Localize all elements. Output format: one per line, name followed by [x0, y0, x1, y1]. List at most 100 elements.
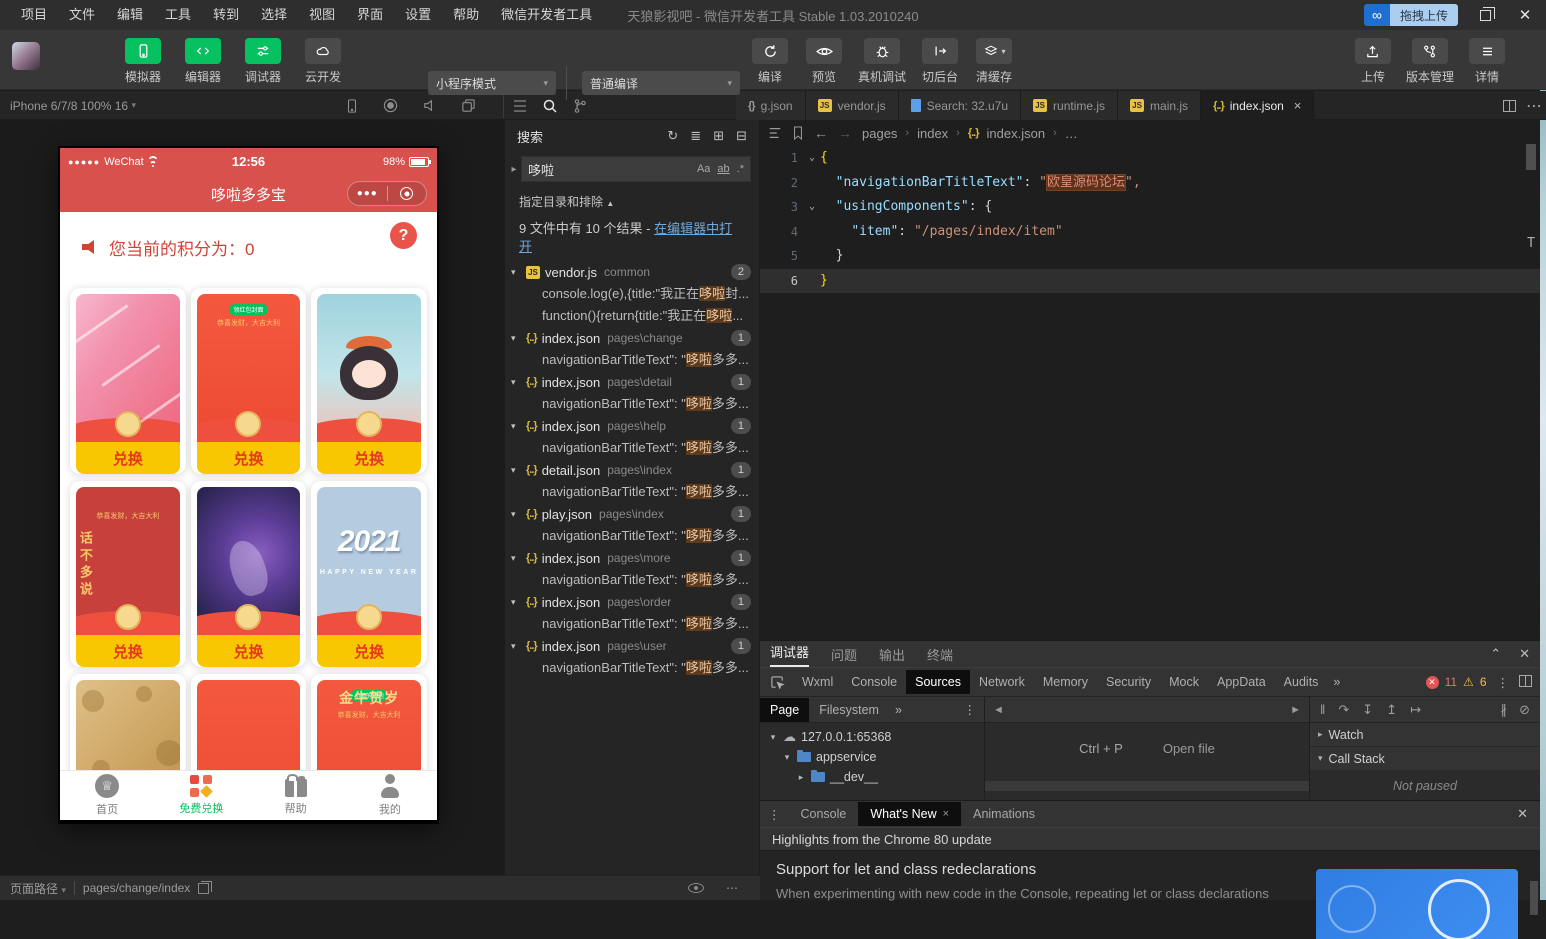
refresh-search-icon[interactable]: ↻	[667, 128, 678, 144]
watch-section[interactable]: ▸ Watch	[1310, 723, 1540, 747]
toolbar-button-编译[interactable]: 编译	[748, 38, 792, 85]
redeem-card[interactable]: 兑换	[70, 288, 186, 474]
toolbar-button-切后台[interactable]: 切后台	[918, 38, 962, 85]
device-selector[interactable]: iPhone 6/7/8 100% 16 ▾	[10, 91, 136, 120]
menu-item-微信开发者工具[interactable]: 微信开发者工具	[490, 0, 603, 30]
restore-window-button[interactable]	[1472, 2, 1498, 28]
redeem-button[interactable]: 兑换	[317, 635, 421, 667]
multi-window-icon[interactable]	[461, 98, 476, 113]
copy-path-icon[interactable]	[198, 880, 213, 894]
close-tab-icon[interactable]: ×	[1294, 98, 1302, 113]
pause-icon[interactable]: ‖	[1320, 702, 1325, 717]
navigator-menu-icon[interactable]: ⋮	[964, 702, 985, 717]
search-result-file[interactable]: ▾ {..} index.json pages\more 1	[505, 547, 759, 569]
whole-word-icon[interactable]: ab	[717, 163, 729, 175]
devtools-tab-Audits[interactable]: Audits	[1275, 670, 1328, 694]
toolbar-button-清缓存[interactable]: ▾ 清缓存	[972, 38, 1016, 85]
show-navigator-icon[interactable]: ◄	[993, 704, 1004, 716]
menu-item-设置[interactable]: 设置	[394, 0, 442, 30]
mini-tab-我的[interactable]: 我的	[343, 771, 437, 820]
code-area[interactable]: 1 ⌄{2 "navigationBarTitleText": "欧皇源码论坛",…	[760, 146, 1540, 640]
outline-icon[interactable]	[768, 126, 782, 140]
collapse-all-icon[interactable]: ⊟	[736, 128, 747, 144]
step-out-icon[interactable]: ↥	[1386, 702, 1397, 718]
outline-icon[interactable]	[512, 98, 528, 114]
search-result-match[interactable]: console.log(e),{title:"我正在哆啦封...	[505, 283, 759, 305]
toolbar-button-云开发[interactable]: 云开发	[298, 38, 348, 85]
devtools-tab-Wxml[interactable]: Wxml	[793, 670, 842, 694]
close-drawer-icon[interactable]: ✕	[1505, 806, 1540, 822]
menu-item-帮助[interactable]: 帮助	[442, 0, 490, 30]
match-case-icon[interactable]: Aa	[697, 163, 710, 175]
toggle-replace-icon[interactable]: ▸	[507, 164, 521, 175]
fold-icon[interactable]: ⌄	[804, 195, 820, 220]
undock-icon[interactable]	[1519, 674, 1532, 690]
redeem-button[interactable]: 兑换	[196, 635, 301, 667]
search-icon[interactable]	[542, 98, 558, 114]
menu-item-转到[interactable]: 转到	[202, 0, 250, 30]
redeem-card[interactable]: 领红包封面 恭喜发财，大吉大利 兑换	[190, 288, 307, 474]
step-over-icon[interactable]: ↷	[1338, 702, 1349, 718]
tree-caret-icon[interactable]: ▸	[796, 772, 806, 783]
step-icon[interactable]: ↦	[1410, 702, 1421, 718]
code-line[interactable]: 1 ⌄{	[760, 146, 1540, 171]
fold-icon[interactable]: ⌄	[804, 146, 820, 171]
search-result-file[interactable]: ▾ {..} index.json pages\help 1	[505, 415, 759, 437]
code-line[interactable]: 3 ⌄ "usingComponents": {	[760, 195, 1540, 220]
search-result-match[interactable]: navigationBarTitleText": "哆啦多多...	[505, 525, 759, 547]
close-window-button[interactable]: ✕	[1512, 2, 1538, 28]
capsule-close-button[interactable]	[388, 187, 427, 200]
drag-upload-badge[interactable]: ∞ 拖拽上传	[1363, 4, 1458, 26]
devtools-tab-Console[interactable]: Console	[842, 670, 906, 694]
redeem-card[interactable]: 2021 HAPPY NEW YEAR 兑换	[311, 481, 427, 667]
menu-item-界面[interactable]: 界面	[346, 0, 394, 30]
menu-item-编辑[interactable]: 编辑	[106, 0, 154, 30]
menu-item-选择[interactable]: 选择	[250, 0, 298, 30]
tab-index.json[interactable]: {..} index.json ×	[1201, 91, 1315, 120]
tree-caret-icon[interactable]: ▾	[782, 752, 792, 763]
search-result-file[interactable]: ▾ {..} index.json pages\change 1	[505, 327, 759, 349]
redeem-card[interactable]: 小囍的红包恭喜发财，大吉大利金牛贺岁兑换	[311, 674, 427, 770]
watch-page-icon[interactable]	[688, 883, 704, 893]
callstack-section[interactable]: ▾ Call Stack	[1310, 747, 1540, 771]
drawer-tab-What's New[interactable]: What's New ×	[858, 802, 962, 826]
toolbar-button-模拟器[interactable]: 模拟器	[118, 38, 168, 85]
tab-main.js[interactable]: JS main.js	[1118, 91, 1202, 120]
devtools-tab-Security[interactable]: Security	[1097, 670, 1160, 694]
redeem-card[interactable]: 恭喜发财，大吉大利祝你发财话不多说兑换	[70, 481, 186, 667]
git-branch-icon[interactable]	[572, 98, 588, 114]
close-tab-icon[interactable]: ×	[943, 808, 949, 820]
page-path-selector[interactable]: 页面路径 ▾	[10, 880, 66, 897]
capsule-menu-button[interactable]: ●●●	[348, 188, 387, 199]
rotate-phone-icon[interactable]	[345, 98, 359, 114]
menu-item-项目[interactable]: 项目	[10, 0, 58, 30]
tab-runtime.js[interactable]: JS runtime.js	[1021, 91, 1119, 120]
toolbar-button-版本管理[interactable]: 版本管理	[1406, 38, 1454, 85]
code-line[interactable]: 5 }	[760, 244, 1540, 269]
tree-item-appservice[interactable]: ▾ appservice	[760, 747, 984, 767]
help-button[interactable]: ?	[390, 222, 417, 249]
tree-item-__dev__[interactable]: ▸ __dev__	[760, 767, 984, 787]
redeem-button[interactable]: 兑换	[196, 442, 301, 474]
clear-results-icon[interactable]: ≣	[690, 128, 701, 144]
search-result-file[interactable]: ▾ JS vendor.js common 2	[505, 261, 759, 283]
code-line[interactable]: 4 "item": "/pages/index/item"	[760, 220, 1540, 245]
drawer-scrollbar[interactable]	[1530, 881, 1538, 915]
search-result-match[interactable]: navigationBarTitleText": "哆啦多多...	[505, 437, 759, 459]
open-new-editor-icon[interactable]: ⊞	[713, 128, 724, 144]
breadcrumb-item[interactable]: …	[1065, 126, 1078, 141]
breadcrumb-item[interactable]: pages	[862, 126, 897, 141]
menu-item-工具[interactable]: 工具	[154, 0, 202, 30]
search-result-file[interactable]: ▾ {..} detail.json pages\index 1	[505, 459, 759, 481]
breadcrumb-item[interactable]: index.json	[987, 126, 1046, 141]
breadcrumb-item[interactable]: index	[917, 126, 948, 141]
show-debugger-icon[interactable]: ►	[1290, 704, 1301, 716]
search-result-match[interactable]: navigationBarTitleText": "哆啦多多...	[505, 349, 759, 371]
drawer-menu-icon[interactable]: ⋮	[760, 807, 789, 822]
search-result-file[interactable]: ▾ {..} play.json pages\index 1	[505, 503, 759, 525]
navigate-back-icon[interactable]: ←	[814, 125, 828, 141]
devtools-tab-Memory[interactable]: Memory	[1034, 670, 1097, 694]
close-panel-icon[interactable]: ✕	[1519, 646, 1530, 662]
devtools-tab-Mock[interactable]: Mock	[1160, 670, 1208, 694]
avatar[interactable]	[12, 42, 40, 70]
